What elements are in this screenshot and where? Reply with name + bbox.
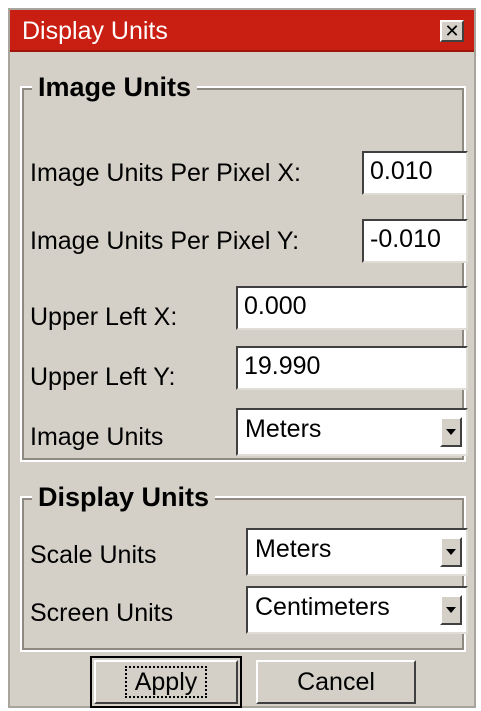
image-units-select[interactable]: Meters (236, 408, 468, 456)
image-units-group-title: Image Units (32, 72, 198, 102)
chevron-down-icon[interactable] (440, 595, 462, 625)
image-units-label: Image Units (30, 423, 164, 451)
chevron-down-icon[interactable] (440, 537, 462, 567)
upper-left-y-label: Upper Left Y: (30, 363, 176, 391)
image-units-per-pixel-y-input[interactable]: -0.010 (362, 219, 468, 263)
upper-left-y-input[interactable]: 19.990 (236, 346, 468, 390)
apply-button-label: Apply (124, 666, 208, 698)
display-units-group-title: Display Units (32, 482, 216, 512)
scale-units-selected-value: Meters (255, 535, 332, 563)
display-units-dialog: Display Units ✕ Image Units Image Units … (8, 8, 476, 708)
image-units-per-pixel-x-input[interactable]: 0.010 (362, 151, 468, 195)
screen-units-label: Screen Units (30, 599, 174, 627)
screen-units-select[interactable]: Centimeters (246, 586, 468, 634)
cancel-button[interactable]: Cancel (256, 660, 416, 704)
scale-units-select[interactable]: Meters (246, 528, 468, 576)
screen-units-selected-value: Centimeters (255, 593, 390, 621)
window-title: Display Units (22, 17, 168, 45)
image-units-selected-value: Meters (245, 415, 322, 443)
title-bar[interactable]: Display Units ✕ (10, 10, 474, 52)
image-units-group: Image Units Image Units Per Pixel X: 0.0… (20, 72, 468, 462)
cancel-button-label: Cancel (297, 668, 375, 696)
close-icon: ✕ (444, 21, 460, 41)
chevron-down-icon[interactable] (440, 417, 462, 447)
apply-button[interactable]: Apply (90, 656, 242, 708)
upper-left-x-input[interactable]: 0.000 (236, 286, 468, 330)
upper-left-x-label: Upper Left X: (30, 303, 178, 331)
display-units-group: Display Units Scale Units Meters Screen … (20, 482, 468, 652)
image-units-per-pixel-x-label: Image Units Per Pixel X: (30, 159, 301, 187)
image-units-per-pixel-y-label: Image Units Per Pixel Y: (30, 227, 300, 255)
close-button[interactable]: ✕ (440, 20, 464, 42)
scale-units-label: Scale Units (30, 541, 157, 569)
